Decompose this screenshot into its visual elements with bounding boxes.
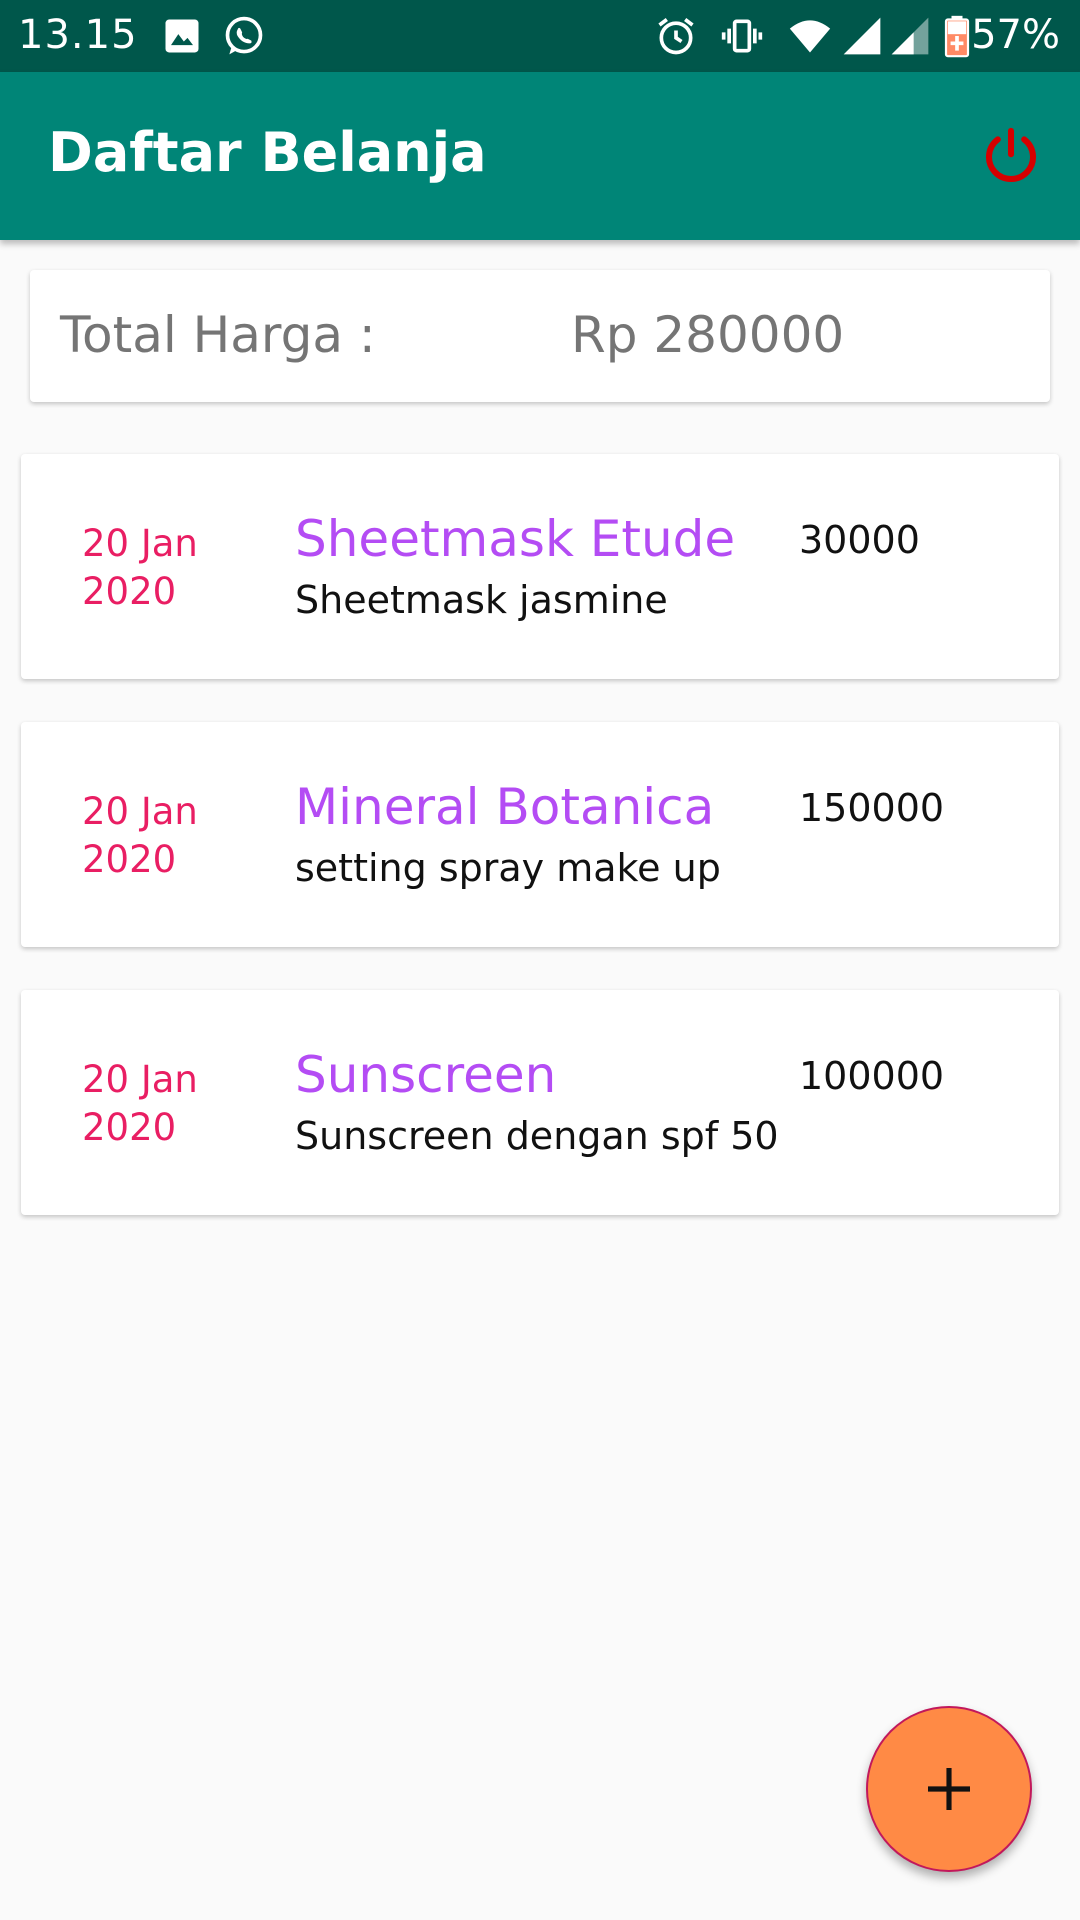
item-description: Sunscreen dengan spf 50	[295, 1114, 779, 1158]
alarm-icon	[658, 18, 694, 55]
whatsapp-icon	[225, 16, 263, 55]
item-date: 20 Jan 2020	[82, 790, 198, 881]
wifi-icon	[789, 20, 831, 53]
add-item-button[interactable]	[866, 1706, 1032, 1872]
battery-charging-icon	[944, 15, 970, 58]
page-title: Daftar Belanja	[48, 121, 487, 184]
item-name: Sheetmask Etude	[295, 510, 736, 568]
status-time: 13.15	[18, 12, 138, 58]
image-icon	[165, 19, 199, 53]
item-name: Mineral Botanica	[295, 778, 715, 836]
total-price-label: Total Harga :	[60, 306, 376, 364]
list-item[interactable]: 20 Jan 2020 Sunscreen Sunscreen dengan s…	[21, 990, 1059, 1215]
total-price-card: Total Harga : Rp 280000	[30, 270, 1050, 402]
item-description: setting spray make up	[295, 846, 721, 890]
battery-percentage: 57%	[971, 12, 1060, 58]
power-icon	[986, 127, 1036, 182]
signal-icon	[843, 17, 881, 55]
list-item[interactable]: 20 Jan 2020 Sheetmask Etude Sheetmask ja…	[21, 454, 1059, 679]
app-bar: Daftar Belanja	[0, 72, 1080, 240]
item-price: 150000	[799, 786, 945, 830]
vibrate-icon	[721, 19, 763, 53]
item-date: 20 Jan 2020	[82, 522, 198, 613]
total-price-value: Rp 280000	[571, 306, 845, 364]
item-name: Sunscreen	[295, 1046, 557, 1104]
list-item[interactable]: 20 Jan 2020 Mineral Botanica setting spr…	[21, 722, 1059, 947]
signal-icon-2	[891, 17, 929, 55]
shopping-list: 20 Jan 2020 Sheetmask Etude Sheetmask ja…	[21, 454, 1059, 1258]
status-bar: 13.15 57%	[0, 0, 1080, 72]
item-date: 20 Jan 2020	[82, 1058, 198, 1149]
item-description: Sheetmask jasmine	[295, 578, 668, 622]
item-price: 30000	[799, 518, 920, 562]
logout-button[interactable]	[978, 124, 1044, 190]
item-price: 100000	[799, 1054, 945, 1098]
plus-icon	[928, 1768, 970, 1810]
